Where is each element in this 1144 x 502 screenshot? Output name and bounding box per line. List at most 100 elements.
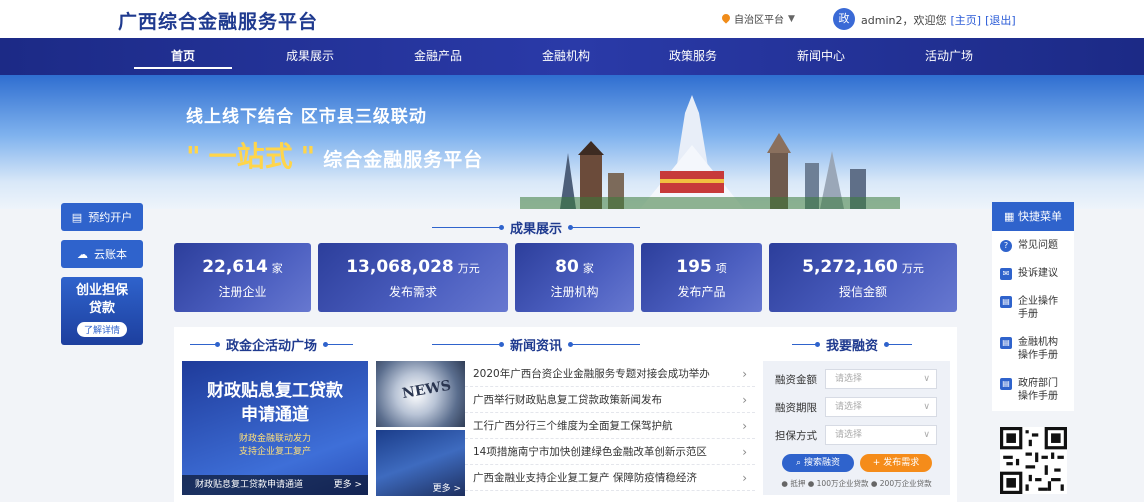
guarantee-select[interactable]: 请选择 ∨ [825,425,937,445]
stat-card-demands[interactable]: 13,068,028 万元 发布需求 [318,243,508,312]
publish-demand-label: 发布需求 [883,458,920,468]
financing-section-title: 我要融资 [792,335,913,354]
activity-card-slogan: 财政金融联动发力 支持企业复工复产 [182,433,368,459]
news-image-meeting[interactable]: 更多 > [376,430,465,496]
stat-value: 13,068,028 万元 [318,257,508,277]
list-item[interactable]: 14项措施南宁市加快创建绿色金融改革创新示范区 › [465,439,755,465]
amount-label: 融资金额 [775,373,817,386]
search-icon: ⌕ [796,458,802,468]
quick-item-institution-manual[interactable]: ▤ 金融机构操作手册 [992,336,1074,362]
qr-code-graphic [1000,427,1067,494]
news-globe-graphic: NEWS [401,378,452,402]
banner-title: " 一站式 " 综合金融服务平台 [186,135,483,175]
stat-number: 195 [676,257,712,277]
chevron-right-icon: › [742,419,747,433]
nav-item-activities[interactable]: 活动广场 [900,38,998,75]
card-icon: ▤ [71,210,83,224]
stat-card-credit[interactable]: 5,272,160 万元 授信金额 [769,243,957,312]
stat-label: 发布需求 [388,285,437,299]
loan-title-line1: 创业担保 [75,283,128,298]
activity-card[interactable]: 财政贴息复工贷款 申请通道 财政金融联动发力 支持企业复工复产 财政贴息复工贷款… [182,361,368,495]
chevron-right-icon: › [742,393,747,407]
document-icon: ▤ [1000,337,1012,349]
document-icon: ▤ [1000,296,1012,308]
nav-item-news[interactable]: 新闻中心 [772,38,870,75]
quick-item-label: 投诉建议 [1018,268,1058,279]
activity-slogan-line1: 财政金融联动发力 [238,434,311,444]
activity-more-link[interactable]: 更多 > [334,475,362,495]
term-select[interactable]: 请选择 ∨ [825,397,937,417]
chevron-down-icon: ∨ [923,402,930,412]
achievements-title-text: 成果展示 [510,222,563,237]
cloud-icon: ☁ [77,247,88,261]
banner-title-text: 综合金融服务平台 [323,149,484,171]
quick-item-enterprise-manual[interactable]: ▤ 企业操作手册 [992,295,1074,321]
site-logo[interactable]: 广西综合金融服务平台 [118,7,318,34]
list-item[interactable]: 工行广西分行三个维度为全面复工保驾护航 › [465,413,755,439]
amount-select[interactable]: 请选择 ∨ [825,369,937,389]
news-title: 14项措施南宁市加快创建绿色金融改革创新示范区 [473,446,707,458]
search-financing-label: 搜索融资 [803,458,840,468]
banner-quote-open: " [186,140,201,173]
activity-title-text: 政金企活动广场 [226,339,318,354]
stat-card-enterprises[interactable]: 22,614 家 注册企业 [174,243,311,312]
logout-link[interactable]: [退出] [985,12,1016,28]
title-line-right [568,225,641,230]
activity-caption: 财政贴息复工贷款申请通道 更多 > [182,475,368,495]
stat-unit: 万元 [901,262,924,275]
stat-unit: 家 [582,262,594,275]
mail-icon: ✉ [1000,268,1012,280]
cloud-account-label: 云账本 [94,248,127,261]
region-selector[interactable]: 自治区平台 ▼ [722,11,795,27]
news-image-globe[interactable]: NEWS [376,361,465,427]
search-financing-button[interactable]: ⌕ 搜索融资 [782,454,854,472]
document-icon: ▤ [1000,378,1012,390]
list-item[interactable]: 2020年广西台资企业金融服务专题对接会成功举办 › [465,361,755,387]
chevron-right-icon: › [742,367,747,381]
stat-card-institutions[interactable]: 80 家 注册机构 [515,243,634,312]
region-label: 自治区平台 [734,15,784,26]
stat-number: 13,068,028 [346,257,454,277]
title-line-left [792,342,820,347]
cloud-account-button[interactable]: ☁ 云账本 [61,240,143,268]
main-nav: 首页 成果展示 金融产品 金融机构 政策服务 新闻中心 活动广场 [0,38,1144,75]
avatar[interactable]: 政 [833,8,855,30]
guarantee-loan-card[interactable]: 创业担保 贷款 了解详情 [61,277,143,345]
news-title-text: 新闻资讯 [510,339,563,354]
news-list: 2020年广西台资企业金融服务专题对接会成功举办 › 广西举行财政贴息复工贷款政策… [465,361,755,491]
news-more-link[interactable]: 更多 > [433,481,461,494]
financing-footnote: ● 抵押 ● 100万企业贷款 ● 200万企业贷款 [781,479,932,488]
stat-number: 80 [555,257,579,277]
loan-more-button[interactable]: 了解详情 [76,322,127,337]
list-item[interactable]: 广西金融业支持企业复工复产 保障防疫情稳经济 › [465,465,755,491]
home-link[interactable]: [主页] [950,12,981,28]
stat-card-products[interactable]: 195 项 发布产品 [641,243,762,312]
quick-item-complaint[interactable]: ✉ 投诉建议 [992,267,1074,280]
stat-unit: 万元 [457,262,480,275]
title-line-left [432,342,504,347]
svg-text:NEWS: NEWS [401,378,452,402]
stat-value: 22,614 家 [174,257,311,277]
list-item[interactable]: 广西举行财政贴息复工贷款政策新闻发布 › [465,387,755,413]
quick-item-label: 常见问题 [1018,240,1058,251]
financing-title-text: 我要融资 [826,339,879,354]
nav-item-institutions[interactable]: 金融机构 [517,38,615,75]
nav-item-policy[interactable]: 政策服务 [644,38,742,75]
publish-demand-button[interactable]: + 发布需求 [860,454,932,472]
nav-item-home[interactable]: 首页 [134,38,232,75]
reserve-account-button[interactable]: ▤ 预约开户 [61,203,143,231]
nav-item-achievements[interactable]: 成果展示 [261,38,359,75]
select-placeholder: 请选择 [835,374,863,384]
title-line-left [432,225,504,230]
news-title: 2020年广西台资企业金融服务专题对接会成功举办 [473,368,710,380]
title-line-right [568,342,641,347]
question-icon: ? [1000,240,1012,252]
nav-item-products[interactable]: 金融产品 [389,38,487,75]
achievements-section-title: 成果展示 [432,218,641,237]
quick-item-faq[interactable]: ? 常见问题 [992,239,1074,252]
stat-label: 授信金额 [838,285,887,299]
quick-menu-title: 快捷菜单 [1017,210,1062,223]
banner-subtitle: 线上线下结合 区市县三级联动 [186,107,427,127]
quick-menu-header: ▦ 快捷菜单 [992,202,1074,231]
quick-item-government-manual[interactable]: ▤ 政府部门操作手册 [992,377,1074,403]
